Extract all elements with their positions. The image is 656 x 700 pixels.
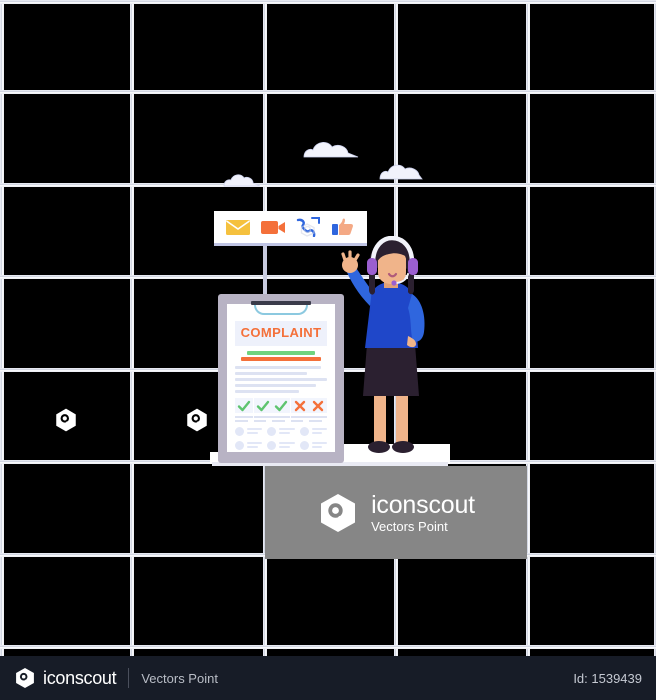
complaint-clipboard: COMPLAINT: [218, 294, 344, 463]
cross-icon: [290, 398, 309, 413]
asset-id-label: Id: 1539439: [573, 670, 642, 686]
bottom-bar-brand: iconscout: [43, 667, 117, 688]
bottom-bar-divider: [128, 668, 130, 688]
complaint-list-row: [235, 427, 327, 436]
mark-cell: [235, 398, 253, 422]
check-icon: [253, 398, 272, 413]
bottom-attribution-bar: iconscout Vectors Point Id: 1539439: [0, 656, 656, 700]
list-item: [299, 427, 327, 436]
rule-orange: [241, 357, 321, 361]
complaint-title-row: COMPLAINT: [235, 321, 327, 346]
mark-cell: [253, 398, 272, 422]
iconscout-center-watermark: iconscout Vectors Point: [265, 466, 527, 559]
mark-cell: [309, 398, 327, 422]
watermark-text-block: iconscout Vectors Point: [371, 490, 475, 534]
envelope-icon[interactable]: [225, 217, 251, 237]
iconscout-logo-icon: [14, 667, 36, 689]
complaint-marks-row: [235, 398, 327, 422]
check-icon: [235, 398, 253, 413]
complaint-list-row: [235, 441, 327, 450]
video-camera-icon[interactable]: [260, 217, 286, 237]
mark-cell: [272, 398, 290, 422]
watermark-subtitle: Vectors Point: [371, 518, 448, 534]
list-item: [299, 441, 327, 450]
list-item: [267, 441, 295, 450]
toolbar-pole: [263, 246, 267, 298]
thumbs-up-icon[interactable]: [330, 217, 356, 237]
complaint-title: COMPLAINT: [240, 325, 322, 340]
cloud-top: [302, 138, 360, 158]
support-agent-character: [334, 236, 446, 464]
cloud-right: [378, 161, 424, 180]
iconscout-logo-icon: [317, 492, 359, 534]
rule-green: [247, 351, 315, 355]
phone-icon[interactable]: [295, 217, 321, 237]
list-item: [235, 441, 263, 450]
complaint-body-text: [235, 366, 327, 393]
bottom-bar-subtitle: Vectors Point: [141, 670, 218, 686]
screenshot-root: COMPLAINT iconscout Vectors Point iconsc…: [0, 0, 656, 700]
mark-cell: [290, 398, 309, 422]
watermark-brand: iconscout: [371, 490, 475, 519]
clipboard-clip-bar: [251, 301, 311, 305]
complaint-paper: COMPLAINT: [227, 304, 335, 452]
cloud-left: [222, 170, 262, 187]
check-icon: [272, 398, 290, 413]
cross-icon: [309, 398, 327, 413]
list-item: [235, 427, 263, 436]
list-item: [267, 427, 295, 436]
